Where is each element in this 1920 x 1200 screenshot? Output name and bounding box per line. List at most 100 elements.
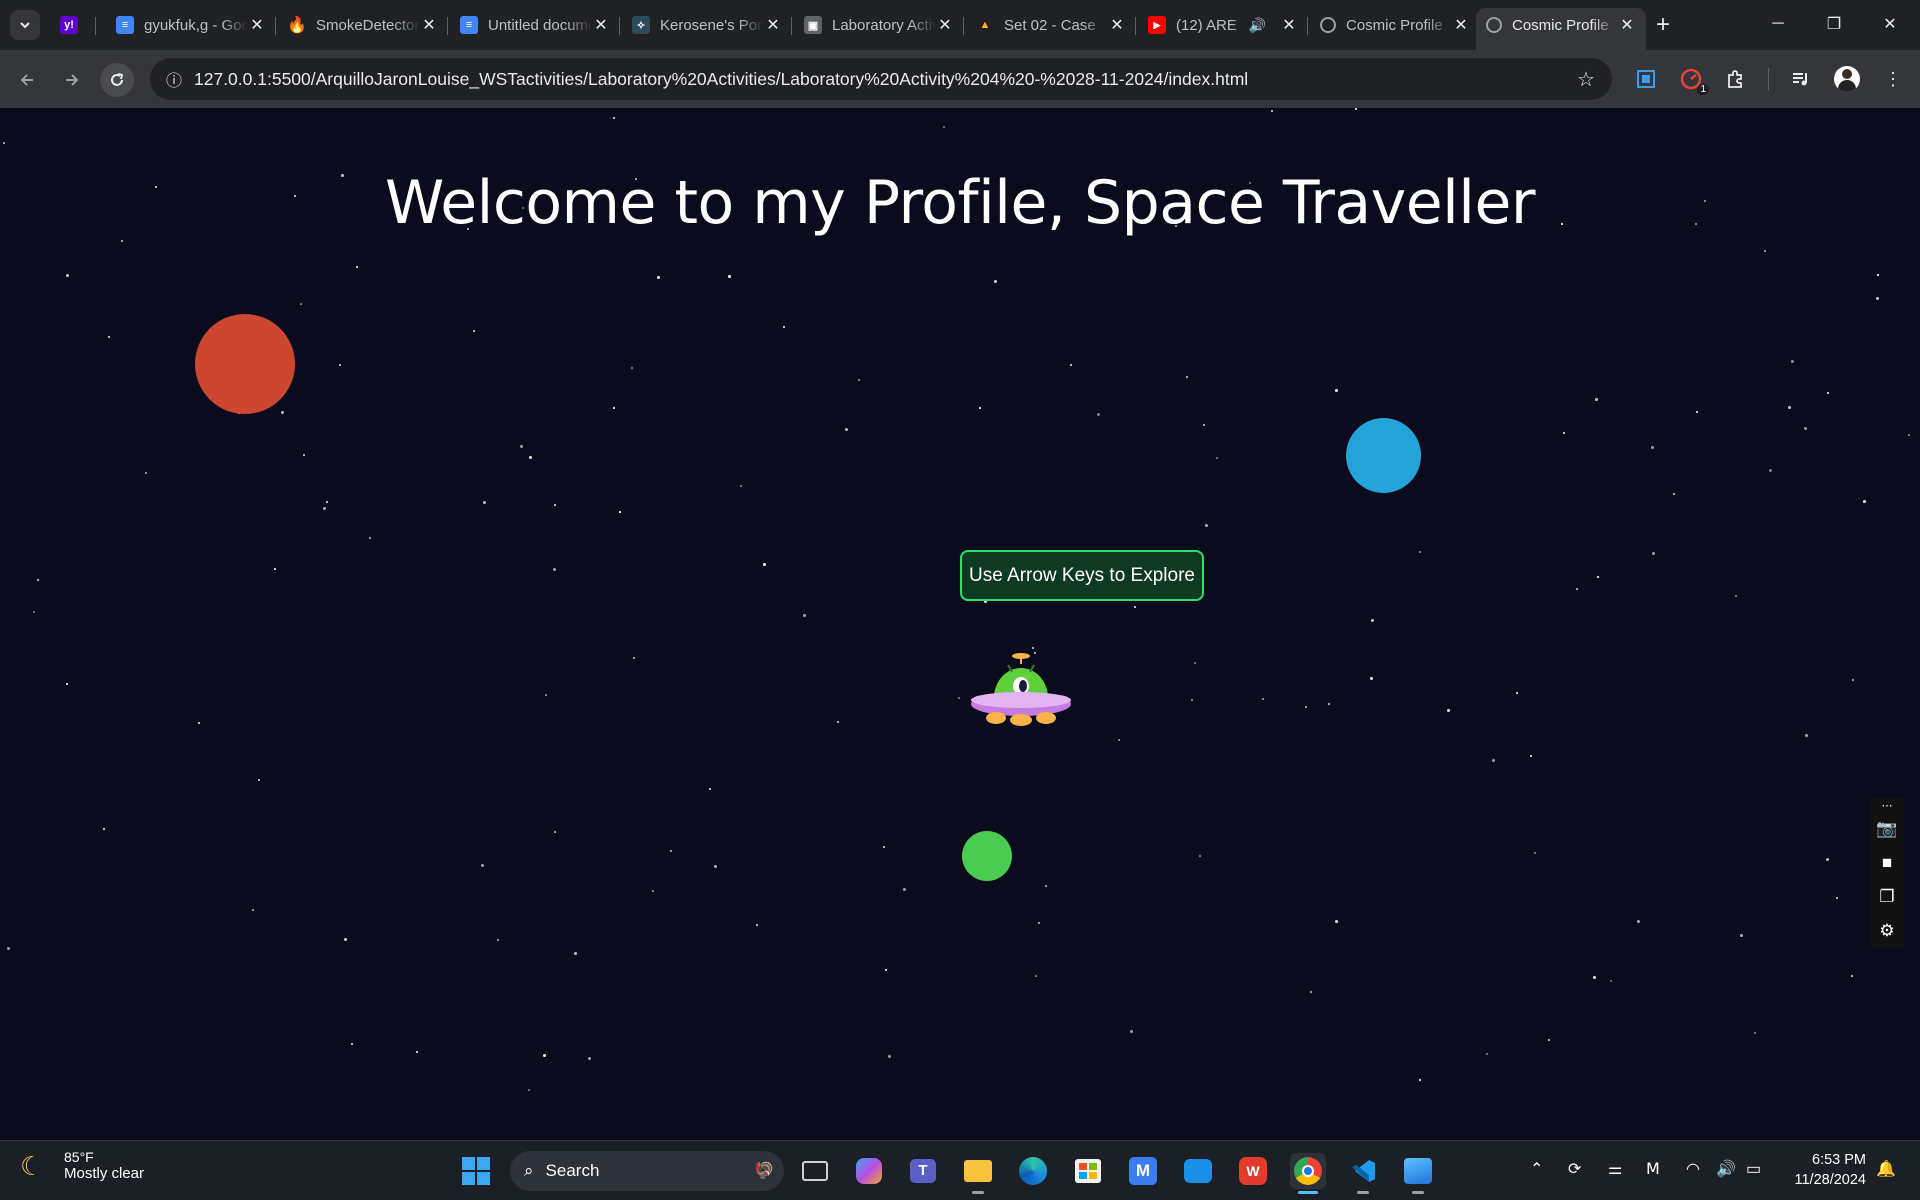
weather-widget[interactable]: ☾ 85°F Mostly clear <box>20 1149 144 1182</box>
tab-untitled-doc[interactable]: ≡ Untitled document ✕ <box>450 8 620 42</box>
settings-sliders-icon[interactable]: ⚌ <box>1608 1159 1622 1179</box>
star-dot <box>883 846 885 848</box>
vscode-icon[interactable] <box>1345 1153 1381 1189</box>
close-icon[interactable]: ✕ <box>1452 15 1470 35</box>
close-icon[interactable]: ✕ <box>1618 15 1636 35</box>
star-dot <box>369 537 371 539</box>
url-text[interactable]: 127.0.0.1:5500/ArquilloJaronLouise_WSTac… <box>194 69 1566 90</box>
tab-cosmic-profile[interactable]: Cosmic Profile ✕ <box>1310 8 1480 42</box>
wps-office-icon[interactable]: W <box>1235 1153 1271 1189</box>
star-dot <box>837 721 839 723</box>
forward-button[interactable] <box>55 63 89 97</box>
address-bar[interactable]: ⓘ 127.0.0.1:5500/ArquilloJaronLouise_WST… <box>150 58 1612 100</box>
close-icon[interactable]: ✕ <box>592 15 610 35</box>
tab-kerosene[interactable]: ✧ Kerosene's Portfolio ✕ <box>622 8 792 42</box>
window-close-button[interactable]: ✕ <box>1862 0 1918 48</box>
taskbar-search[interactable]: ⌕ Search 🦃 <box>510 1151 784 1191</box>
tab-youtube[interactable]: ▶ (12) ARE 🔊 ✕ <box>1138 8 1308 42</box>
more-icon[interactable]: ⋯ <box>1870 798 1904 812</box>
ufo-icon[interactable] <box>966 648 1076 738</box>
wifi-icon[interactable]: ◠ <box>1686 1159 1700 1179</box>
star-dot <box>473 330 475 332</box>
star-dot <box>588 1057 591 1060</box>
gear-icon[interactable]: ⚙ <box>1870 914 1904 948</box>
back-button[interactable] <box>10 63 44 97</box>
star-dot <box>1877 274 1879 276</box>
star-dot <box>274 568 276 570</box>
star-dot <box>344 938 347 941</box>
close-icon[interactable]: ✕ <box>420 15 438 35</box>
task-view-icon[interactable] <box>797 1153 833 1189</box>
star-dot <box>1852 679 1854 681</box>
star-dot <box>37 579 39 581</box>
tab-cosmic-profile-active[interactable]: Cosmic Profile ✕ <box>1476 8 1646 50</box>
star-dot <box>66 683 68 685</box>
star-dot <box>1791 360 1794 363</box>
profile-avatar[interactable] <box>1833 65 1861 93</box>
tab-title: SmokeDetector <box>316 16 420 34</box>
tab-docs-1[interactable]: ≡ gyukfuk,g - Google Docs ✕ <box>106 8 276 42</box>
close-icon[interactable]: ✕ <box>1280 15 1298 35</box>
photos-icon[interactable] <box>1400 1153 1436 1189</box>
planet-red[interactable] <box>195 314 295 414</box>
site-info-icon[interactable]: ⓘ <box>154 67 194 91</box>
tab-title: gyukfuk,g - Google Docs <box>144 16 248 34</box>
minimize-button[interactable]: ─ <box>1750 0 1806 48</box>
chrome-icon[interactable] <box>1290 1153 1326 1189</box>
camera-icon[interactable]: 📷 <box>1870 812 1904 846</box>
notification-bell-icon[interactable]: 🔔 <box>1876 1159 1896 1179</box>
kebab-menu-icon[interactable]: ⋮ <box>1879 65 1907 93</box>
tab-yahoo[interactable]: y! <box>52 8 96 42</box>
speaker-icon[interactable]: 🔊 <box>1249 17 1266 34</box>
edge-icon[interactable] <box>1015 1153 1051 1189</box>
mail-icon[interactable]: M <box>1125 1153 1161 1189</box>
star-dot <box>1788 406 1791 409</box>
video-icon[interactable]: ■ <box>1870 846 1904 880</box>
star-dot <box>1262 698 1264 700</box>
explore-button[interactable]: Use Arrow Keys to Explore <box>960 550 1204 601</box>
file-explorer-icon[interactable] <box>960 1153 996 1189</box>
tab-smokedetector[interactable]: 🔥 SmokeDetector ✕ <box>278 8 448 42</box>
chevron-up-icon[interactable]: ⌃ <box>1530 1159 1543 1179</box>
copilot-icon[interactable] <box>851 1153 887 1189</box>
windows-icon[interactable]: ❐ <box>1870 880 1904 914</box>
restore-button[interactable]: ❐ <box>1806 0 1862 48</box>
planet-blue[interactable] <box>1346 418 1421 493</box>
close-icon[interactable]: ✕ <box>1108 15 1126 35</box>
clock[interactable]: 6:53 PM 11/28/2024 <box>1780 1150 1867 1190</box>
screen-capture-icon[interactable] <box>1632 65 1660 93</box>
tab-drive[interactable]: ▲ Set 02 - Case ✕ <box>966 8 1136 42</box>
new-tab-button[interactable]: + <box>1648 10 1678 40</box>
star-dot <box>1637 920 1640 923</box>
toolbar-divider <box>1768 68 1769 90</box>
star-dot <box>1492 759 1495 762</box>
star-dot <box>554 504 556 506</box>
star-dot <box>1805 734 1808 737</box>
media-control-icon[interactable] <box>1787 65 1815 93</box>
tab-search-button[interactable] <box>10 10 40 40</box>
star-dot <box>1216 457 1218 459</box>
star-dot <box>631 367 633 369</box>
close-icon[interactable]: ✕ <box>764 15 782 35</box>
close-icon[interactable]: ✕ <box>248 15 266 35</box>
teams-icon[interactable]: T <box>905 1153 941 1189</box>
onedrive-icon[interactable] <box>1180 1153 1216 1189</box>
weather-temp: 85°F <box>64 1149 94 1165</box>
volume-icon[interactable]: 🔊 <box>1716 1159 1736 1179</box>
star-dot <box>1863 500 1866 503</box>
star-dot <box>66 274 69 277</box>
start-button[interactable] <box>458 1153 494 1189</box>
extension-badge-icon[interactable]: 1 <box>1677 65 1709 95</box>
app-tray-icon[interactable]: Ⅿ <box>1646 1159 1660 1179</box>
close-icon[interactable]: ✕ <box>936 15 954 35</box>
store-icon[interactable] <box>1070 1153 1106 1189</box>
extensions-puzzle-icon[interactable] <box>1722 65 1750 93</box>
bookmark-star-icon[interactable]: ☆ <box>1566 67 1606 92</box>
star-dot <box>783 326 785 328</box>
sync-icon[interactable]: ⟳ <box>1568 1159 1581 1179</box>
planet-green[interactable] <box>962 831 1012 881</box>
reload-button[interactable] <box>100 63 134 97</box>
tab-title: Cosmic Profile <box>1346 16 1443 34</box>
tab-laboratory[interactable]: ▣ Laboratory Activities ✕ <box>794 8 964 42</box>
battery-icon[interactable]: ▭ <box>1746 1159 1761 1179</box>
